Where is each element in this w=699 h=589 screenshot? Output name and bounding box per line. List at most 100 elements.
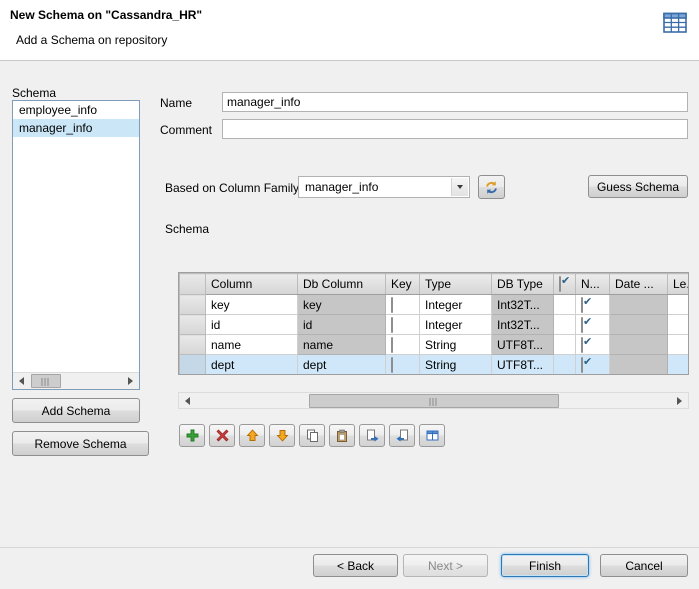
- header-select-all[interactable]: [554, 274, 576, 295]
- paste-button[interactable]: [329, 424, 355, 447]
- comment-input[interactable]: [222, 119, 688, 139]
- cell-length[interactable]: [668, 315, 690, 335]
- list-scrollbar-thumb[interactable]: [31, 374, 61, 388]
- chevron-down-icon[interactable]: [451, 178, 468, 196]
- cell-key[interactable]: [386, 355, 420, 375]
- cell-nullable[interactable]: [576, 355, 610, 375]
- cell-nullable[interactable]: [576, 315, 610, 335]
- export-icon: [366, 429, 379, 442]
- cell-db-type: Int32T...: [492, 315, 554, 335]
- comment-label: Comment: [160, 123, 212, 137]
- header-length[interactable]: Le...: [668, 274, 690, 295]
- schema-table[interactable]: Column Db Column Key Type DB Type N... D…: [178, 272, 689, 375]
- list-item-employee-info[interactable]: employee_info: [13, 101, 139, 119]
- cell-type[interactable]: String: [420, 355, 492, 375]
- cell-key[interactable]: [386, 295, 420, 315]
- header-date-pattern[interactable]: Date ...: [610, 274, 668, 295]
- nullable-checkbox[interactable]: [581, 337, 583, 353]
- cell-nullable[interactable]: [576, 335, 610, 355]
- cell-db-type: Int32T...: [492, 295, 554, 315]
- table-columns-button[interactable]: [419, 424, 445, 447]
- name-input[interactable]: [222, 92, 688, 112]
- row-selector[interactable]: [180, 295, 206, 315]
- cell-date-pattern: [610, 355, 668, 375]
- cell-key[interactable]: [386, 315, 420, 335]
- cell-db-column: key: [298, 295, 386, 315]
- header-db-type[interactable]: DB Type: [492, 274, 554, 295]
- cell-length[interactable]: [668, 335, 690, 355]
- move-down-button[interactable]: [269, 424, 295, 447]
- back-button[interactable]: < Back: [313, 554, 398, 577]
- schema-table-label: Schema: [165, 222, 209, 236]
- header-type[interactable]: Type: [420, 274, 492, 295]
- header-key[interactable]: Key: [386, 274, 420, 295]
- scroll-right-icon[interactable]: [671, 393, 688, 409]
- cell-db-column: dept: [298, 355, 386, 375]
- refresh-column-family-button[interactable]: [478, 175, 505, 199]
- cell-column[interactable]: key: [206, 295, 298, 315]
- key-checkbox[interactable]: [391, 357, 393, 373]
- remove-schema-button[interactable]: Remove Schema: [12, 431, 149, 456]
- cell-column[interactable]: id: [206, 315, 298, 335]
- finish-button[interactable]: Finish: [501, 554, 589, 577]
- key-checkbox[interactable]: [391, 337, 393, 353]
- scroll-left-icon[interactable]: [179, 393, 196, 409]
- key-checkbox[interactable]: [391, 297, 393, 313]
- schema-list[interactable]: employee_info manager_info: [12, 100, 140, 390]
- row-selector[interactable]: [180, 355, 206, 375]
- cell-nullable[interactable]: [576, 295, 610, 315]
- next-button: Next >: [403, 554, 488, 577]
- cell-length[interactable]: [668, 295, 690, 315]
- table-horizontal-scrollbar[interactable]: [178, 392, 689, 409]
- column-family-label: Based on Column Family: [165, 181, 299, 195]
- footer-separator: [0, 547, 699, 548]
- export-button[interactable]: [359, 424, 385, 447]
- header-nullable[interactable]: N...: [576, 274, 610, 295]
- schema-toolbar: [179, 424, 445, 447]
- cell-length[interactable]: [668, 355, 690, 375]
- nullable-checkbox[interactable]: [581, 357, 583, 373]
- cell-column[interactable]: name: [206, 335, 298, 355]
- list-horizontal-scrollbar[interactable]: [13, 372, 139, 389]
- copy-button[interactable]: [299, 424, 325, 447]
- table-row[interactable]: id id Integer Int32T...: [180, 315, 690, 335]
- add-row-button[interactable]: [179, 424, 205, 447]
- row-selector[interactable]: [180, 335, 206, 355]
- header-db-column[interactable]: Db Column: [298, 274, 386, 295]
- row-selector[interactable]: [180, 315, 206, 335]
- table-scrollbar-thumb[interactable]: [309, 394, 559, 408]
- cell-date-pattern: [610, 295, 668, 315]
- table-row-selected[interactable]: dept dept String UTF8T...: [180, 355, 690, 375]
- list-item-manager-info[interactable]: manager_info: [13, 119, 139, 137]
- cell-type[interactable]: Integer: [420, 295, 492, 315]
- guess-schema-button[interactable]: Guess Schema: [588, 175, 688, 198]
- column-family-value: manager_info: [305, 180, 378, 194]
- move-up-icon: [246, 429, 259, 442]
- table-row[interactable]: key key Integer Int32T...: [180, 295, 690, 315]
- cell-db-column: name: [298, 335, 386, 355]
- row-selector-header[interactable]: [180, 274, 206, 295]
- table-row[interactable]: name name String UTF8T...: [180, 335, 690, 355]
- nullable-checkbox[interactable]: [581, 317, 583, 333]
- column-family-combobox[interactable]: manager_info: [298, 176, 470, 198]
- key-checkbox[interactable]: [391, 317, 393, 333]
- add-schema-button[interactable]: Add Schema: [12, 398, 140, 423]
- move-up-button[interactable]: [239, 424, 265, 447]
- table-columns-icon: [426, 429, 439, 442]
- cell-column[interactable]: dept: [206, 355, 298, 375]
- paste-icon: [336, 429, 349, 442]
- cell-key[interactable]: [386, 335, 420, 355]
- nullable-checkbox[interactable]: [581, 297, 583, 313]
- cell-date-pattern: [610, 335, 668, 355]
- schema-list-label: Schema: [12, 86, 56, 100]
- scroll-right-icon[interactable]: [122, 373, 139, 389]
- import-button[interactable]: [389, 424, 415, 447]
- cell-type[interactable]: String: [420, 335, 492, 355]
- scroll-left-icon[interactable]: [13, 373, 30, 389]
- name-label: Name: [160, 96, 192, 110]
- cell-type[interactable]: Integer: [420, 315, 492, 335]
- select-all-checkbox[interactable]: [559, 276, 561, 292]
- delete-row-button[interactable]: [209, 424, 235, 447]
- header-column[interactable]: Column: [206, 274, 298, 295]
- cancel-button[interactable]: Cancel: [600, 554, 688, 577]
